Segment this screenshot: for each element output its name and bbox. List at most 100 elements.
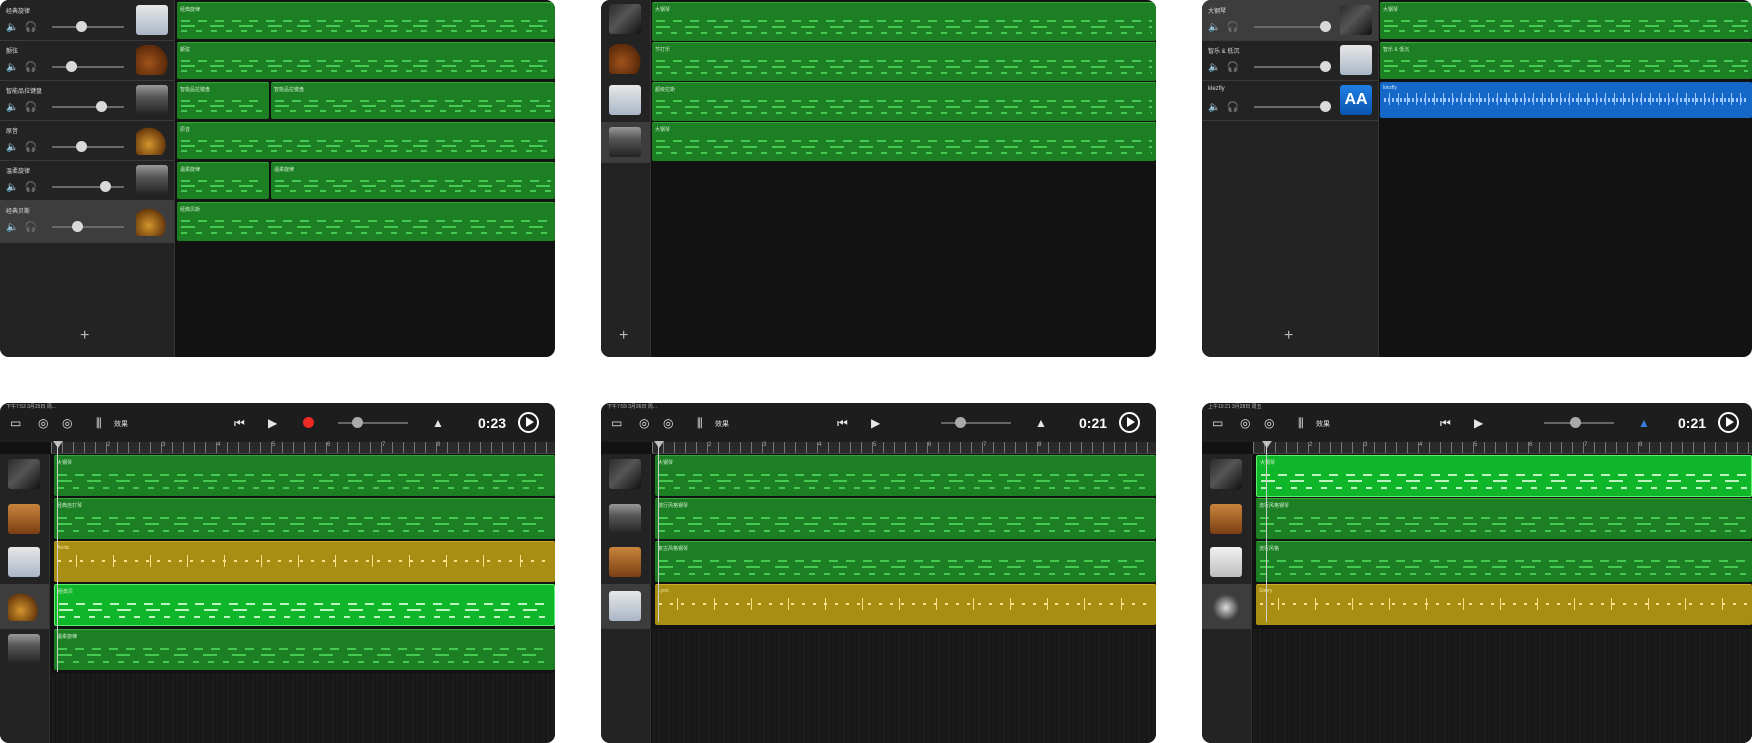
midi-region[interactable]: 温柔旋律 bbox=[54, 629, 555, 670]
volume-knob[interactable] bbox=[72, 221, 83, 232]
browser-icon[interactable]: ◎ bbox=[639, 416, 649, 430]
drum-machine-icon[interactable] bbox=[1340, 45, 1372, 75]
volume-knob[interactable] bbox=[1320, 21, 1331, 32]
rewind-button[interactable]: ⏮ bbox=[837, 416, 848, 431]
volume-knob[interactable] bbox=[1320, 101, 1331, 112]
strings-icon[interactable] bbox=[609, 44, 641, 74]
play-button[interactable]: ▶ bbox=[871, 416, 880, 430]
audio-region[interactable]: Lyon bbox=[655, 584, 1156, 625]
timeline-ruler[interactable] bbox=[1253, 442, 1752, 454]
midi-region[interactable]: 大钢琴 bbox=[652, 122, 1156, 161]
track-header[interactable]: 经典旋律 🔈 🎧 bbox=[0, 0, 174, 41]
headphones-icon[interactable]: 🎧 bbox=[24, 22, 36, 33]
my-songs-icon[interactable]: ▭ bbox=[611, 416, 622, 430]
volume-knob[interactable] bbox=[96, 101, 107, 112]
track-header[interactable]: 智能品拉键盘 🔈 🎧 bbox=[0, 80, 174, 121]
add-track-button[interactable]: + bbox=[619, 327, 628, 345]
midi-region[interactable]: 流行风格钢琴 bbox=[655, 498, 1156, 539]
playhead-handle[interactable] bbox=[654, 441, 664, 448]
volume-knob[interactable] bbox=[100, 181, 111, 192]
volume-slider[interactable] bbox=[52, 141, 124, 152]
synth-icon[interactable] bbox=[609, 127, 641, 157]
track-header[interactable]: 颤弦 🔈 🎧 bbox=[0, 40, 174, 81]
volume-knob[interactable] bbox=[76, 21, 87, 32]
track-header[interactable]: klezfly 🔈 🎧 AA bbox=[1202, 80, 1378, 121]
track-header-selected[interactable] bbox=[1202, 584, 1251, 629]
track-header[interactable]: 温柔旋律 🔈 🎧 bbox=[0, 160, 174, 201]
drum-machine-icon[interactable] bbox=[136, 5, 168, 35]
track-header-selected[interactable]: 经典贝斯 🔈 🎧 bbox=[0, 200, 174, 243]
rewind-button[interactable]: ⏮ bbox=[1440, 416, 1451, 431]
playhead[interactable] bbox=[1266, 442, 1267, 622]
midi-region[interactable]: 智能品拉键盘 bbox=[271, 82, 555, 119]
playhead[interactable] bbox=[658, 442, 659, 622]
volume-slider[interactable] bbox=[52, 21, 124, 32]
track-header-selected[interactable] bbox=[601, 584, 650, 629]
master-volume-slider[interactable] bbox=[1544, 417, 1614, 428]
mute-icon[interactable]: 🔈 bbox=[6, 62, 18, 73]
audio-region[interactable]: Sterry bbox=[1256, 584, 1752, 625]
master-volume-slider[interactable] bbox=[941, 417, 1011, 428]
drum-machine-icon[interactable] bbox=[8, 547, 40, 577]
browser-icon[interactable]: ◎ bbox=[38, 416, 48, 430]
volume-knob[interactable] bbox=[352, 417, 363, 428]
record-button[interactable] bbox=[303, 417, 314, 428]
headphones-icon[interactable]: 🎧 bbox=[24, 182, 36, 193]
volume-knob[interactable] bbox=[66, 61, 77, 72]
headphones-icon[interactable]: 🎧 bbox=[1226, 62, 1238, 73]
volume-slider[interactable] bbox=[1254, 61, 1331, 72]
track-header[interactable]: 智乐 & 低沉 🔈 🎧 bbox=[1202, 40, 1378, 81]
timeline-ruler[interactable] bbox=[652, 442, 1156, 454]
mute-icon[interactable]: 🔈 bbox=[1208, 102, 1220, 113]
headphones-icon[interactable]: 🎧 bbox=[24, 62, 36, 73]
volume-slider[interactable] bbox=[52, 101, 124, 112]
midi-region[interactable]: 流行风格钢琴 bbox=[1256, 498, 1752, 539]
midi-region[interactable]: 大钢琴 bbox=[1380, 2, 1752, 39]
volume-knob[interactable] bbox=[1570, 417, 1581, 428]
instrument-icon[interactable]: ◎ bbox=[1264, 416, 1274, 430]
midi-region[interactable]: 经典贝斯 bbox=[177, 202, 555, 241]
headphones-icon[interactable]: 🎧 bbox=[24, 222, 36, 233]
volume-slider[interactable] bbox=[52, 221, 124, 232]
video-play-icon[interactable] bbox=[1718, 412, 1739, 433]
drum-kit-icon[interactable] bbox=[1210, 591, 1242, 621]
headphones-icon[interactable]: 🎧 bbox=[1226, 22, 1238, 33]
amp-icon[interactable] bbox=[1210, 547, 1242, 577]
grand-piano-icon[interactable] bbox=[1210, 459, 1242, 489]
volume-slider[interactable] bbox=[52, 61, 124, 72]
midi-region[interactable]: 经典旋律 bbox=[177, 2, 555, 39]
midi-region[interactable]: 经典自打琴 bbox=[54, 498, 555, 539]
headphones-icon[interactable]: 🎧 bbox=[24, 102, 36, 113]
volume-knob[interactable] bbox=[1320, 61, 1331, 72]
playhead-handle[interactable] bbox=[53, 441, 63, 448]
upright-piano-icon[interactable] bbox=[609, 547, 641, 577]
volume-knob[interactable] bbox=[76, 141, 87, 152]
track-header-selected[interactable] bbox=[601, 122, 650, 163]
headphones-icon[interactable]: 🎧 bbox=[1226, 102, 1238, 113]
drum-machine-icon[interactable] bbox=[609, 591, 641, 621]
keyboard-icon[interactable] bbox=[136, 85, 168, 115]
mute-icon[interactable]: 🔈 bbox=[1208, 62, 1220, 73]
selected-midi-region[interactable]: 经典贝 bbox=[54, 584, 555, 626]
rewind-button[interactable]: ⏮ bbox=[234, 416, 245, 431]
midi-region[interactable]: 超级拉斯 bbox=[652, 82, 1156, 121]
strings-icon[interactable] bbox=[136, 45, 168, 75]
mute-icon[interactable]: 🔈 bbox=[6, 222, 18, 233]
instrument-icon[interactable]: ◎ bbox=[663, 416, 673, 430]
metronome-icon[interactable]: ▲ bbox=[1638, 416, 1650, 430]
midi-region[interactable]: 温柔旋律 bbox=[177, 162, 269, 199]
video-play-icon[interactable] bbox=[518, 412, 539, 433]
midi-region[interactable]: 复古风格钢琴 bbox=[655, 541, 1156, 582]
midi-region[interactable]: 大钢琴 bbox=[652, 2, 1156, 41]
my-songs-icon[interactable]: ▭ bbox=[1212, 416, 1223, 430]
midi-region[interactable]: 原音 bbox=[177, 122, 555, 159]
synth-icon[interactable] bbox=[136, 165, 168, 195]
grand-piano-icon[interactable] bbox=[8, 459, 40, 489]
fx-button[interactable]: 效果 bbox=[114, 419, 128, 429]
upright-piano-icon[interactable] bbox=[1210, 504, 1242, 534]
midi-region[interactable]: 大钢琴 bbox=[54, 455, 555, 496]
add-track-button[interactable]: + bbox=[1284, 327, 1293, 345]
play-button[interactable]: ▶ bbox=[268, 416, 277, 430]
audio-region[interactable]: klezfly bbox=[1380, 82, 1752, 118]
instrument-icon[interactable]: ◎ bbox=[62, 416, 72, 430]
